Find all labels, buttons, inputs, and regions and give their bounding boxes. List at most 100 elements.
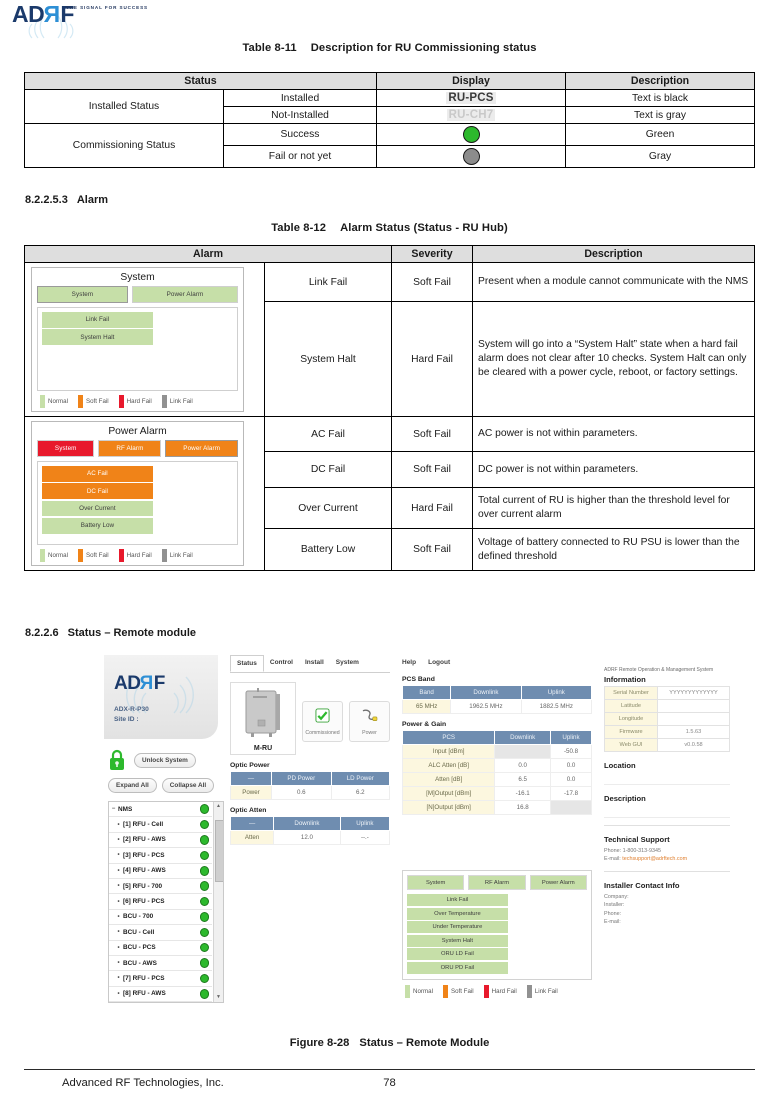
cell-description: Voltage of battery connected to RU PSU i… (472, 528, 755, 571)
tree-bullet-icon: • (117, 929, 120, 936)
legend-swatch-normal-icon (40, 549, 45, 562)
alarm-tab-power-alarm[interactable]: Power Alarm (131, 286, 239, 303)
cell-description: Green (565, 123, 755, 146)
expand-all-button[interactable]: Expand All (108, 778, 157, 793)
panel-body: AC Fail DC Fail Over Current Battery Low (37, 461, 238, 545)
th-optic-atten-0: — (229, 816, 275, 831)
tree-item[interactable]: • BCU - AWS (109, 956, 212, 972)
gui-tab-bar: Status Control Install System (230, 655, 390, 673)
table-8-12-title: Alarm Status (Status - RU Hub) (340, 222, 508, 234)
cell-band: 65 MHz (401, 699, 452, 714)
tab-status[interactable]: Status (230, 655, 264, 672)
pcs-band-title: PCS Band (402, 676, 435, 683)
cell-pd-power: 0.6 (270, 785, 332, 800)
scroll-up-icon[interactable]: ▲ (215, 803, 222, 810)
cell-severity: Hard Fail (391, 301, 473, 417)
company-logo: ADRF THE SIGNAL FOR SUCCESS (8, 1, 308, 39)
tree-item-label: BCU - 700 (123, 913, 154, 921)
th-description: Description (565, 72, 755, 90)
section-heading-alarm: 8.2.2.5.3 Alarm (25, 194, 108, 206)
tree-item[interactable]: • [4] RFU - AWS (109, 864, 212, 879)
gui-alarm-tab-system[interactable]: System (407, 875, 465, 890)
table-row: [N]Output [dBm] 16.8 (401, 800, 592, 815)
collapse-all-button[interactable]: Collapse All (161, 778, 215, 793)
tree-collapse-icon[interactable]: − (109, 806, 118, 812)
scroll-down-icon[interactable]: ▼ (215, 994, 222, 1001)
tech-support-email-link[interactable]: techsupport@adrftech.com (622, 856, 687, 862)
table-8-11-title: Description for RU Commissioning status (310, 42, 537, 54)
tree-item[interactable]: • [2] RFU - AWS (109, 833, 212, 849)
tree-item[interactable]: • [6] RFU - PCS (109, 894, 212, 910)
tree-item[interactable]: − NMS (109, 802, 212, 818)
tree-scrollbar[interactable]: ▲ ▼ (213, 802, 223, 1002)
gui-logo-wordmark: ADRF (114, 673, 165, 695)
cell-row-label: ALC Atten [dB] (401, 758, 496, 773)
scrollbar-thumb[interactable] (215, 820, 223, 882)
gui-alarm-tab-power-alarm[interactable]: Power Alarm (529, 875, 587, 890)
legend-label: Link Fail (169, 398, 193, 405)
device-image-icon (245, 688, 280, 737)
tree-item[interactable]: • [8] RFU - AWS (109, 987, 212, 1002)
tree-item[interactable]: • BCU - 700 (109, 910, 212, 926)
optic-atten-title: Optic Atten (230, 807, 267, 814)
status-led-green-icon (199, 896, 209, 907)
tree-item[interactable]: • BCU - PCS (109, 941, 212, 956)
gui-device-tree[interactable]: − NMS • [1] RFU - Cell • [2] RFU - AWS • [3] RF… (108, 801, 224, 1003)
tab-system[interactable]: System (330, 655, 365, 672)
commissioned-status-button[interactable]: Commissioned (302, 701, 343, 742)
logo-wordmark: ADRF (12, 1, 74, 27)
legend-label: Soft Fail (85, 552, 109, 559)
gui-description-value (604, 806, 730, 818)
gui-logo-r: R (140, 673, 154, 694)
table-8-12-number: Table 8-12 (271, 222, 327, 234)
tree-item[interactable]: −OPT - 1 (109, 1002, 212, 1003)
divider (604, 825, 730, 826)
info-value (657, 699, 730, 713)
gui-info-banner: ADRF Remote Operation & Management Syste… (604, 667, 714, 673)
tab-help[interactable]: Help (396, 655, 422, 670)
gui-device-row: M-RU Commissioned Power (230, 682, 390, 755)
power-gain-title: Power & Gain (402, 721, 447, 728)
tab-install[interactable]: Install (299, 655, 330, 672)
table-row: Latitude (604, 699, 730, 713)
logo-r: R (44, 1, 61, 27)
gui-alarm-tab-rf-alarm[interactable]: RF Alarm (468, 875, 526, 890)
unlock-system-button[interactable]: Unlock System (134, 752, 196, 768)
legend-soft-fail: Soft Fail (442, 985, 474, 998)
alarm-item-ac-fail: AC Fail (42, 466, 153, 482)
legend-swatch-link-fail-icon (526, 985, 532, 998)
legend-swatch-normal-icon (40, 395, 45, 408)
commissioned-label: Commissioned (305, 730, 340, 736)
th-optic-atten-2: Uplink (339, 816, 391, 831)
gui-information-title: Information (604, 675, 646, 684)
gui-main-panel: Status Control Install System M-RU Commi… (229, 655, 391, 845)
tree-item[interactable]: • [5] RFU - 700 (109, 879, 212, 895)
power-alarm-panel: Power Alarm System RF Alarm Power Alarm … (31, 421, 244, 566)
th-band: Band (401, 685, 452, 700)
alarm-tab-rf-alarm[interactable]: RF Alarm (98, 440, 162, 457)
tree-item-label: [5] RFU - 700 (123, 882, 163, 890)
tree-item[interactable]: • BCU - Cell (109, 925, 212, 941)
tab-control[interactable]: Control (264, 655, 299, 672)
cell-row-label: Power (230, 785, 272, 800)
cell-uplink (550, 800, 592, 815)
tree-item[interactable]: • [1] RFU - Cell (109, 817, 212, 833)
tree-item[interactable]: • [7] RFU - PCS (109, 971, 212, 987)
alarm-tab-system[interactable]: System (37, 286, 128, 303)
tab-logout[interactable]: Logout (422, 655, 456, 670)
tree-item-label: BCU - AWS (123, 959, 157, 967)
alarm-item-list: Link Fail System Halt (42, 312, 153, 346)
gui-logo-panel: ADRF ADX-R-P30 Site ID : (104, 655, 218, 739)
power-status-button[interactable]: Power (349, 701, 390, 742)
tree-bullet-icon: • (117, 852, 120, 859)
alarm-tab-system[interactable]: System (37, 440, 95, 457)
th-optic-power-1: PD Power (270, 771, 332, 786)
alarm-tab-power-alarm[interactable]: Power Alarm (165, 440, 239, 457)
gui-installer-phone: Phone: (604, 910, 622, 917)
table-row: Atten 12.0 --.- (229, 830, 391, 845)
panel-body: Link Fail System Halt (37, 307, 238, 391)
table-row: Input [dBm] -50.8 (401, 744, 592, 759)
tree-item[interactable]: • [3] RFU - PCS (109, 848, 212, 864)
panel-tab-row: System RF Alarm Power Alarm (37, 440, 239, 457)
tree-item-label: [7] RFU - PCS (123, 974, 165, 982)
